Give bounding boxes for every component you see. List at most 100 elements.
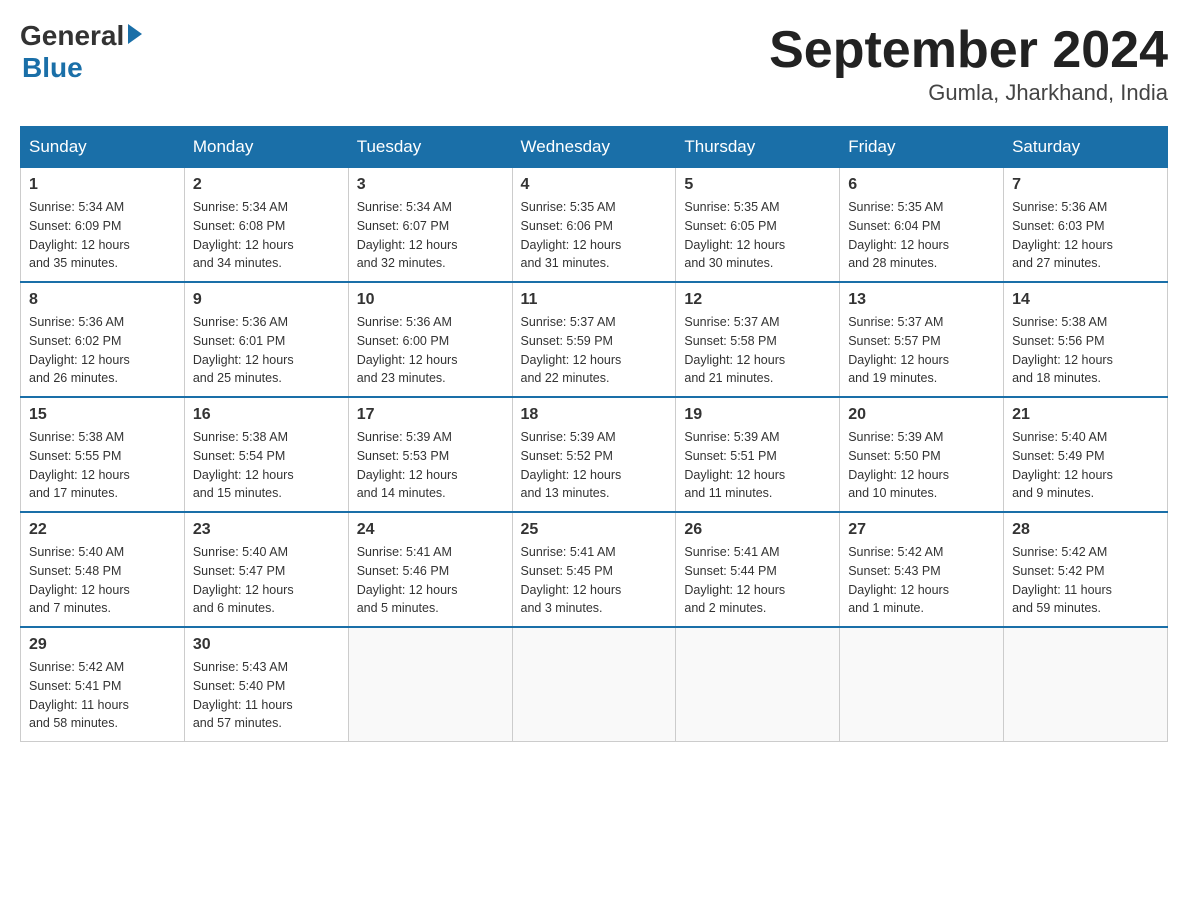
calendar-cell: 28Sunrise: 5:42 AMSunset: 5:42 PMDayligh…	[1004, 512, 1168, 627]
day-header-thursday: Thursday	[676, 127, 840, 168]
calendar-cell: 14Sunrise: 5:38 AMSunset: 5:56 PMDayligh…	[1004, 282, 1168, 397]
calendar-cell: 29 Sunrise: 5:42 AMSunset: 5:41 PMDayligh…	[21, 627, 185, 742]
day-number: 5	[684, 176, 831, 194]
day-number: 15	[29, 406, 176, 424]
calendar-cell: 19 Sunrise: 5:39 AMSunset: 5:51 PMDayligh…	[676, 397, 840, 512]
day-info: Sunrise: 5:42 AMSunset: 5:42 PMDaylight:…	[1012, 543, 1159, 618]
logo-general-text: General	[20, 20, 124, 52]
day-info: Sunrise: 5:40 AMSunset: 5:49 PMDaylight:…	[1012, 428, 1159, 503]
day-number: 3	[357, 176, 504, 194]
logo-blue-text: Blue	[22, 52, 83, 84]
month-title: September 2024	[769, 20, 1168, 80]
calendar-table: SundayMondayTuesdayWednesdayThursdayFrid…	[20, 126, 1168, 742]
calendar-cell: 4 Sunrise: 5:35 AMSunset: 6:06 PMDaylight…	[512, 168, 676, 283]
day-number: 6	[848, 176, 995, 194]
day-number: 23	[193, 521, 340, 539]
day-header-wednesday: Wednesday	[512, 127, 676, 168]
location-text: Gumla, Jharkhand, India	[769, 80, 1168, 106]
calendar-header-row: SundayMondayTuesdayWednesdayThursdayFrid…	[21, 127, 1168, 168]
day-header-saturday: Saturday	[1004, 127, 1168, 168]
day-header-sunday: Sunday	[21, 127, 185, 168]
day-info: Sunrise: 5:34 AMSunset: 6:09 PMDaylight:…	[29, 198, 176, 273]
day-info: Sunrise: 5:40 AMSunset: 5:48 PMDaylight:…	[29, 543, 176, 618]
calendar-cell: 2 Sunrise: 5:34 AMSunset: 6:08 PMDaylight…	[184, 168, 348, 283]
day-info: Sunrise: 5:39 AMSunset: 5:52 PMDaylight:…	[521, 428, 668, 503]
day-number: 29	[29, 636, 176, 654]
calendar-cell	[676, 627, 840, 742]
day-number: 20	[848, 406, 995, 424]
calendar-cell: 12 Sunrise: 5:37 AMSunset: 5:58 PMDayligh…	[676, 282, 840, 397]
day-number: 19	[684, 406, 831, 424]
calendar-cell: 11 Sunrise: 5:37 AMSunset: 5:59 PMDayligh…	[512, 282, 676, 397]
day-header-tuesday: Tuesday	[348, 127, 512, 168]
calendar-week-2: 8Sunrise: 5:36 AMSunset: 6:02 PMDaylight…	[21, 282, 1168, 397]
day-number: 12	[684, 291, 831, 309]
day-info: Sunrise: 5:42 AMSunset: 5:43 PMDaylight:…	[848, 543, 995, 618]
day-info: Sunrise: 5:42 AMSunset: 5:41 PMDaylight:…	[29, 658, 176, 733]
calendar-cell: 1Sunrise: 5:34 AMSunset: 6:09 PMDaylight…	[21, 168, 185, 283]
day-header-monday: Monday	[184, 127, 348, 168]
title-section: September 2024 Gumla, Jharkhand, India	[769, 20, 1168, 106]
calendar-cell: 21 Sunrise: 5:40 AMSunset: 5:49 PMDayligh…	[1004, 397, 1168, 512]
day-info: Sunrise: 5:35 AMSunset: 6:06 PMDaylight:…	[521, 198, 668, 273]
page-header: General Blue September 2024 Gumla, Jhark…	[20, 20, 1168, 106]
calendar-cell: 9 Sunrise: 5:36 AMSunset: 6:01 PMDaylight…	[184, 282, 348, 397]
calendar-cell: 23 Sunrise: 5:40 AMSunset: 5:47 PMDayligh…	[184, 512, 348, 627]
day-header-friday: Friday	[840, 127, 1004, 168]
calendar-cell: 25Sunrise: 5:41 AMSunset: 5:45 PMDayligh…	[512, 512, 676, 627]
calendar-cell: 7 Sunrise: 5:36 AMSunset: 6:03 PMDaylight…	[1004, 168, 1168, 283]
day-info: Sunrise: 5:39 AMSunset: 5:50 PMDaylight:…	[848, 428, 995, 503]
calendar-week-4: 22 Sunrise: 5:40 AMSunset: 5:48 PMDayligh…	[21, 512, 1168, 627]
calendar-cell: 26 Sunrise: 5:41 AMSunset: 5:44 PMDayligh…	[676, 512, 840, 627]
day-info: Sunrise: 5:34 AMSunset: 6:07 PMDaylight:…	[357, 198, 504, 273]
calendar-cell	[512, 627, 676, 742]
day-info: Sunrise: 5:34 AMSunset: 6:08 PMDaylight:…	[193, 198, 340, 273]
day-info: Sunrise: 5:41 AMSunset: 5:44 PMDaylight:…	[684, 543, 831, 618]
day-number: 30	[193, 636, 340, 654]
day-number: 4	[521, 176, 668, 194]
day-info: Sunrise: 5:41 AMSunset: 5:45 PMDaylight:…	[521, 543, 668, 618]
calendar-cell: 22 Sunrise: 5:40 AMSunset: 5:48 PMDayligh…	[21, 512, 185, 627]
day-info: Sunrise: 5:39 AMSunset: 5:51 PMDaylight:…	[684, 428, 831, 503]
calendar-cell: 15 Sunrise: 5:38 AMSunset: 5:55 PMDayligh…	[21, 397, 185, 512]
day-number: 13	[848, 291, 995, 309]
calendar-cell: 10 Sunrise: 5:36 AMSunset: 6:00 PMDayligh…	[348, 282, 512, 397]
day-info: Sunrise: 5:37 AMSunset: 5:59 PMDaylight:…	[521, 313, 668, 388]
day-number: 2	[193, 176, 340, 194]
calendar-cell: 5Sunrise: 5:35 AMSunset: 6:05 PMDaylight…	[676, 168, 840, 283]
logo: General Blue	[20, 20, 142, 84]
calendar-cell: 6 Sunrise: 5:35 AMSunset: 6:04 PMDaylight…	[840, 168, 1004, 283]
day-number: 10	[357, 291, 504, 309]
day-info: Sunrise: 5:37 AMSunset: 5:58 PMDaylight:…	[684, 313, 831, 388]
calendar-cell: 13Sunrise: 5:37 AMSunset: 5:57 PMDayligh…	[840, 282, 1004, 397]
day-number: 11	[521, 291, 668, 309]
day-info: Sunrise: 5:36 AMSunset: 6:00 PMDaylight:…	[357, 313, 504, 388]
calendar-cell: 8Sunrise: 5:36 AMSunset: 6:02 PMDaylight…	[21, 282, 185, 397]
day-info: Sunrise: 5:36 AMSunset: 6:01 PMDaylight:…	[193, 313, 340, 388]
day-number: 24	[357, 521, 504, 539]
day-info: Sunrise: 5:35 AMSunset: 6:04 PMDaylight:…	[848, 198, 995, 273]
day-number: 22	[29, 521, 176, 539]
day-number: 26	[684, 521, 831, 539]
calendar-cell: 30Sunrise: 5:43 AMSunset: 5:40 PMDayligh…	[184, 627, 348, 742]
calendar-week-5: 29 Sunrise: 5:42 AMSunset: 5:41 PMDayligh…	[21, 627, 1168, 742]
day-info: Sunrise: 5:38 AMSunset: 5:56 PMDaylight:…	[1012, 313, 1159, 388]
calendar-cell: 3 Sunrise: 5:34 AMSunset: 6:07 PMDaylight…	[348, 168, 512, 283]
calendar-cell	[1004, 627, 1168, 742]
calendar-cell: 17Sunrise: 5:39 AMSunset: 5:53 PMDayligh…	[348, 397, 512, 512]
day-number: 7	[1012, 176, 1159, 194]
day-info: Sunrise: 5:38 AMSunset: 5:55 PMDaylight:…	[29, 428, 176, 503]
calendar-cell: 18Sunrise: 5:39 AMSunset: 5:52 PMDayligh…	[512, 397, 676, 512]
day-number: 9	[193, 291, 340, 309]
calendar-cell: 27 Sunrise: 5:42 AMSunset: 5:43 PMDayligh…	[840, 512, 1004, 627]
calendar-cell	[840, 627, 1004, 742]
day-info: Sunrise: 5:40 AMSunset: 5:47 PMDaylight:…	[193, 543, 340, 618]
day-info: Sunrise: 5:36 AMSunset: 6:02 PMDaylight:…	[29, 313, 176, 388]
logo-arrow-icon	[128, 24, 142, 44]
day-info: Sunrise: 5:36 AMSunset: 6:03 PMDaylight:…	[1012, 198, 1159, 273]
day-number: 21	[1012, 406, 1159, 424]
day-info: Sunrise: 5:41 AMSunset: 5:46 PMDaylight:…	[357, 543, 504, 618]
day-number: 17	[357, 406, 504, 424]
day-number: 27	[848, 521, 995, 539]
calendar-week-3: 15 Sunrise: 5:38 AMSunset: 5:55 PMDayligh…	[21, 397, 1168, 512]
